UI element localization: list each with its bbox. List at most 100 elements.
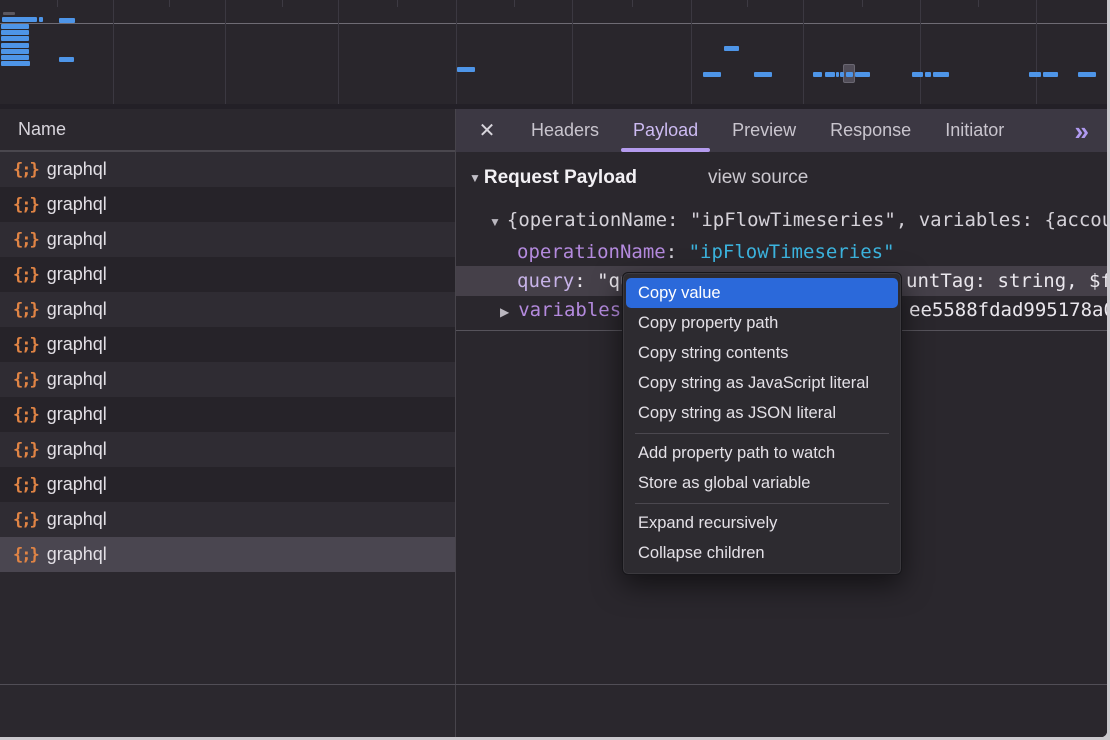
menu-separator: [635, 433, 889, 434]
overview-request-bar: [846, 72, 853, 77]
request-row-graphql[interactable]: {;} graphql: [0, 327, 455, 362]
overview-tick: [632, 0, 633, 7]
request-name: graphql: [47, 544, 107, 565]
section-title: Request Payload: [484, 167, 637, 189]
overview-gridline: [803, 0, 804, 104]
request-row-graphql[interactable]: {;}graphql: [0, 292, 455, 327]
request-name: graphql: [47, 369, 107, 390]
request-payload-section-header[interactable]: ▼ Request Payload view source: [456, 162, 1107, 194]
request-row-graphql[interactable]: {;} graphql: [0, 432, 455, 467]
overview-tick: [862, 0, 863, 7]
collapse-triangle-icon[interactable]: ▼: [489, 215, 501, 229]
json-braces-icon: {;}: [13, 405, 38, 425]
json-braces-icon: {;}: [13, 160, 38, 180]
overflow-tabs-icon[interactable]: »: [1075, 121, 1107, 141]
request-row-graphql[interactable]: {;}graphql: [0, 257, 455, 292]
menu-item-copy-string-as-json-literal[interactable]: Copy string as JSON literal: [626, 398, 898, 428]
menu-item-copy-string-contents[interactable]: Copy string contents: [626, 338, 898, 368]
tab-response[interactable]: Response: [815, 109, 926, 152]
overview-gridline: [1036, 0, 1037, 104]
request-name: graphql: [47, 334, 107, 355]
overview-request-bar: [840, 72, 844, 77]
tab-headers[interactable]: Headers: [516, 109, 614, 152]
json-braces-icon: {;}: [13, 510, 38, 530]
menu-item-expand-recursively[interactable]: Expand recursively: [626, 508, 898, 538]
menu-item-copy-value[interactable]: Copy value: [626, 278, 898, 308]
menu-separator: [635, 503, 889, 504]
overview-gridline: [225, 0, 226, 104]
request-row-graphql[interactable]: {;} graphql: [0, 467, 455, 502]
request-name: graphql: [47, 474, 107, 495]
collapse-triangle-icon[interactable]: ▼: [469, 171, 481, 185]
overview-tick: [397, 0, 398, 7]
request-row-graphql[interactable]: {;} graphql: [0, 537, 455, 572]
payload-preview-row[interactable]: ▼ {operationName: "ipFlowTimeseries", var…: [456, 205, 1107, 235]
overview-gray-bar: [3, 12, 15, 15]
json-braces-icon: {;}: [13, 300, 38, 320]
devtools-network-panel: Name {;}graphql{;}graphql{;}graphql{;}gr…: [0, 0, 1107, 737]
overview-request-bar: [1, 43, 29, 48]
tab-preview[interactable]: Preview: [717, 109, 811, 152]
request-name: graphql: [47, 439, 107, 460]
request-row-graphql[interactable]: {;} graphql: [0, 222, 455, 257]
request-name: graphql: [47, 229, 107, 250]
request-row-graphql[interactable]: {;}graphql: [0, 362, 455, 397]
property-key: operationName: [517, 241, 666, 263]
menu-item-copy-property-path[interactable]: Copy property path: [626, 308, 898, 338]
menu-item-copy-string-as-javascript-literal[interactable]: Copy string as JavaScript literal: [626, 368, 898, 398]
property-key: variables: [518, 299, 621, 321]
payload-row-operationname[interactable]: operationName: "ipFlowTimeseries": [456, 237, 1107, 267]
overview-gridline: [113, 0, 114, 104]
request-row-graphql[interactable]: {;} graphql: [0, 397, 455, 432]
overview-request-bar: [39, 17, 43, 22]
overview-request-bar: [703, 72, 721, 77]
request-name: graphql: [47, 264, 107, 285]
request-name: graphql: [47, 159, 107, 180]
json-braces-icon: {;}: [13, 440, 38, 460]
property-key: query: [517, 270, 574, 292]
request-name: graphql: [47, 404, 107, 425]
menu-item-store-as-global-variable[interactable]: Store as global variable: [626, 468, 898, 498]
key-separator: :: [574, 270, 597, 292]
overview-request-bar: [59, 18, 75, 23]
context-menu: Copy valueCopy property pathCopy string …: [622, 272, 902, 575]
overview-tick: [282, 0, 283, 7]
overview-request-bar: [1, 61, 30, 66]
json-braces-icon: {;}: [13, 545, 38, 565]
overview-tick: [169, 0, 170, 7]
expand-triangle-icon[interactable]: ▶: [500, 305, 509, 319]
table-bottom-divider: [0, 684, 1107, 685]
overview-request-bar: [1, 55, 29, 60]
request-name: graphql: [47, 194, 107, 215]
overview-request-bar: [836, 72, 839, 77]
tab-initiator[interactable]: Initiator: [930, 109, 1019, 152]
network-overview-timeline[interactable]: [0, 0, 1107, 104]
key-separator: :: [666, 241, 689, 263]
overview-request-bar: [457, 67, 475, 72]
overview-lane-divider: [0, 23, 1107, 24]
json-braces-icon: {;}: [13, 335, 38, 355]
overview-request-bar: [825, 72, 835, 77]
property-value: "ipFlowTimeseries": [689, 241, 895, 263]
overview-gridline: [338, 0, 339, 104]
request-row-graphql[interactable]: {;}graphql: [0, 187, 455, 222]
overview-gridline: [456, 0, 457, 104]
column-header-name[interactable]: Name: [0, 109, 455, 152]
overview-request-bar: [1, 49, 29, 54]
overview-request-bar: [1, 30, 29, 35]
json-braces-icon: {;}: [13, 475, 38, 495]
view-source-link[interactable]: view source: [708, 167, 808, 189]
request-list: {;} graphql {;} graphql {;} graphql {;} graphql…: [0, 152, 455, 572]
close-icon[interactable]: ✕: [470, 118, 504, 143]
menu-item-collapse-children[interactable]: Collapse children: [626, 538, 898, 568]
column-header-label: Name: [18, 119, 66, 140]
overview-request-bar: [1078, 72, 1096, 77]
overview-request-bar: [2, 17, 37, 22]
request-row-graphql[interactable]: {;} graphql: [0, 152, 455, 187]
payload-preview-text: {operationName: "ipFlowTimeseries", vari…: [507, 209, 1107, 231]
json-braces-icon: {;}: [13, 230, 38, 250]
tab-payload[interactable]: Payload: [618, 109, 713, 152]
request-row-graphql[interactable]: {;} graphql: [0, 502, 455, 537]
menu-item-add-property-path-to-watch[interactable]: Add property path to watch: [626, 438, 898, 468]
request-name: graphql: [47, 509, 107, 530]
